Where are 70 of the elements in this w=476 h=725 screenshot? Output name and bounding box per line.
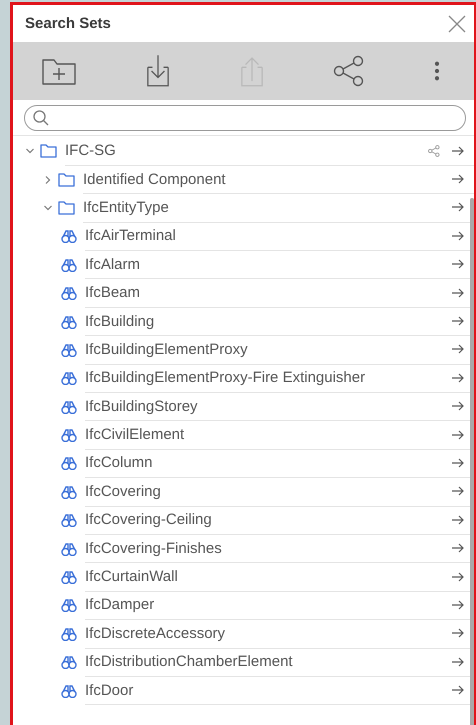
chevron-right-icon[interactable] (43, 174, 53, 185)
binoculars-icon (61, 684, 77, 698)
tree-item[interactable]: IfcBuildingElementProxy-Fire Extinguisher (85, 369, 366, 386)
binoculars-icon (61, 626, 77, 641)
arrow-right-icon[interactable] (452, 430, 464, 440)
binoculars-icon (61, 371, 77, 386)
tree-item[interactable]: IfcCovering-Finishes (85, 540, 222, 557)
tree-item[interactable]: IfcBeam (85, 284, 140, 302)
folder-icon (58, 200, 75, 216)
arrow-right-icon[interactable] (452, 259, 464, 270)
arrow-right-icon[interactable] (452, 600, 464, 610)
tree-item[interactable]: IfcAirTerminal (85, 227, 176, 244)
binoculars-icon (61, 542, 77, 556)
panel-title: Search Sets (25, 15, 112, 32)
folder-icon (40, 143, 57, 160)
arrow-right-icon[interactable] (452, 401, 464, 412)
tree-item[interactable]: IfcBuildingStorey (85, 398, 198, 415)
binoculars-icon (61, 400, 77, 414)
binoculars-icon (61, 428, 77, 442)
arrow-right-icon[interactable] (452, 372, 464, 383)
tree-item[interactable]: IfcAlarm (85, 256, 140, 273)
tree-item[interactable]: IfcCovering-Ceiling (85, 511, 212, 528)
binoculars-icon (61, 484, 77, 499)
tree-item[interactable]: IFC-SG (65, 142, 116, 160)
tree-item[interactable]: IfcCovering (85, 482, 161, 500)
tree-item[interactable]: IfcCurtainWall (85, 568, 178, 586)
import-icon[interactable] (146, 53, 170, 89)
scrollbar[interactable] (470, 198, 474, 725)
binoculars-icon (61, 229, 77, 244)
binoculars-icon (61, 598, 77, 612)
arrow-right-icon[interactable] (452, 543, 464, 554)
arrow-right-icon[interactable] (452, 685, 464, 696)
arrow-right-icon[interactable] (452, 316, 464, 326)
tree-item[interactable]: IfcColumn (85, 454, 153, 472)
arrow-right-icon[interactable] (452, 174, 464, 184)
binoculars-icon (61, 655, 77, 670)
tree-item[interactable]: IfcCivilElement (85, 426, 184, 444)
tree-item[interactable]: IfcDistributionChamberElement (85, 653, 293, 670)
tree-item[interactable]: IfcDamper (85, 596, 154, 614)
search-field[interactable] (24, 105, 466, 131)
arrow-right-icon[interactable] (452, 486, 464, 496)
binoculars-icon (61, 314, 77, 329)
arrow-right-icon[interactable] (452, 514, 464, 525)
arrow-right-icon[interactable] (452, 230, 464, 241)
folder-icon (58, 172, 75, 188)
arrow-right-icon[interactable] (452, 344, 464, 354)
chevron-down-icon[interactable] (43, 202, 53, 213)
close-icon[interactable] (448, 14, 466, 32)
search-icon (33, 110, 49, 126)
arrow-right-icon[interactable] (452, 288, 464, 298)
arrow-right-icon[interactable] (452, 146, 464, 156)
more-icon[interactable] (434, 61, 440, 81)
tree-item[interactable]: IfcDiscreteAccessory (85, 624, 226, 642)
binoculars-icon (61, 286, 77, 300)
arrow-right-icon[interactable] (452, 656, 464, 667)
binoculars-icon (61, 258, 77, 272)
tree-item[interactable]: IfcEntityType (83, 198, 169, 216)
binoculars-icon (61, 570, 77, 584)
arrow-right-icon[interactable] (452, 458, 464, 468)
tree-item[interactable]: Identified Component (83, 170, 226, 188)
arrow-right-icon[interactable] (452, 628, 464, 638)
tree-item[interactable]: IfcDoor (85, 682, 134, 699)
binoculars-icon (61, 456, 77, 470)
binoculars-icon (61, 513, 77, 528)
tree-item[interactable]: IfcBuildingElementProxy (85, 340, 248, 358)
binoculars-icon (61, 342, 77, 357)
arrow-right-icon[interactable] (452, 202, 464, 212)
tree-item[interactable]: IfcBuilding (85, 312, 154, 330)
arrow-right-icon[interactable] (452, 572, 464, 582)
share-icon[interactable] (332, 55, 365, 87)
